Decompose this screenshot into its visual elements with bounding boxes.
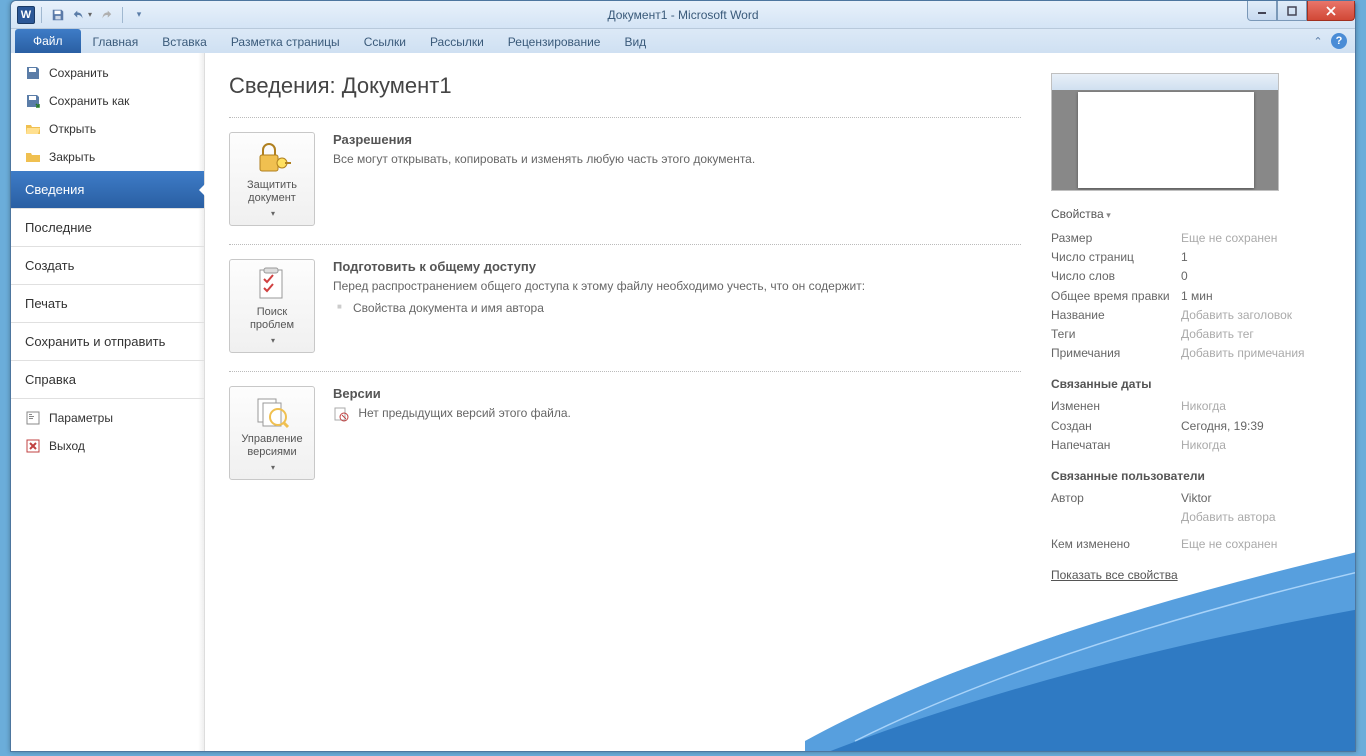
tab-home[interactable]: Главная [81,31,151,53]
chevron-down-icon: ▾ [88,10,92,19]
button-label: Поиск проблем [234,306,310,332]
section-heading: Версии [333,386,571,401]
sidebar-item-label: Сведения [25,182,84,197]
button-label: Защитить документ [234,179,310,205]
prepare-share-section: Поиск проблем▾ Подготовить к общему дост… [229,259,1021,353]
window-title: Документ1 - Microsoft Word [607,8,758,22]
prop-size: РазмерЕще не сохранен [1051,229,1331,248]
backstage-content: Сведения: Документ1 Защитить документ▾ Р… [205,53,1355,751]
redo-icon[interactable] [96,5,116,25]
sidebar-item-print[interactable]: Печать [11,284,204,322]
sidebar-item-open[interactable]: Открыть [11,115,204,143]
window-controls [1247,1,1355,21]
qat-separator [122,7,123,23]
sidebar-item-share[interactable]: Сохранить и отправить [11,322,204,360]
sidebar-item-label: Последние [25,220,92,235]
manage-versions-button[interactable]: Управление версиями▾ [229,386,315,480]
prepare-share-text: Подготовить к общему доступу Перед распр… [333,259,865,353]
property-list: РазмерЕще не сохранен Число страниц1 Чис… [1051,229,1331,363]
ribbon-tabs: Файл Главная Вставка Разметка страницы С… [11,29,1355,53]
prop-words: Число слов0 [1051,267,1331,286]
close-button[interactable] [1307,1,1355,21]
sidebar-item-label: Справка [25,372,76,387]
sidebar-item-save[interactable]: Сохранить [11,59,204,87]
tab-review[interactable]: Рецензирование [496,31,613,53]
sidebar-item-new[interactable]: Создать [11,246,204,284]
protect-document-button[interactable]: Защитить документ▾ [229,132,315,226]
section-heading: Разрешения [333,132,755,147]
info-main: Сведения: Документ1 Защитить документ▾ Р… [229,73,1021,731]
prop-created: СозданСегодня, 19:39 [1051,417,1331,436]
prop-add-author: Добавить автора [1051,508,1331,527]
show-all-properties-link[interactable]: Показать все свойства [1051,568,1178,582]
sidebar-item-label: Печать [25,296,68,311]
prop-author: АвторViktor [1051,489,1331,508]
sidebar-item-label: Выход [49,439,85,453]
prop-printed: НапечатанНикогда [1051,436,1331,455]
document-preview[interactable] [1051,73,1279,191]
prop-edit-time: Общее время правки1 мин [1051,287,1331,306]
minimize-button[interactable] [1247,1,1277,21]
section-description: Нет предыдущих версий этого файла. [333,405,571,422]
divider [229,244,1021,245]
tab-page-layout[interactable]: Разметка страницы [219,31,352,53]
check-issues-button[interactable]: Поиск проблем▾ [229,259,315,353]
prop-comments: ПримечанияДобавить примечания [1051,344,1331,363]
prop-last-modified-by: Кем измененоЕще не сохранен [1051,535,1331,554]
sidebar-item-exit[interactable]: Выход [11,432,204,460]
versions-text: Версии Нет предыдущих версий этого файла… [333,386,571,480]
save-icon[interactable] [48,5,68,25]
prop-tags: ТегиДобавить тег [1051,325,1331,344]
qat-customize-icon[interactable]: ▾ [129,5,149,25]
sidebar-item-help[interactable]: Справка [11,360,204,398]
quick-access-toolbar: W ▾ ▾ [11,5,149,25]
ribbon-minimize-icon[interactable]: ⌃ [1309,33,1327,49]
undo-icon[interactable]: ▾ [72,5,92,25]
sidebar-item-label: Открыть [49,122,96,136]
backstage-view: Сохранить Сохранить как Открыть Закрыть … [11,53,1355,751]
sidebar-item-options[interactable]: Параметры [11,398,204,432]
tab-mailings[interactable]: Рассылки [418,31,496,53]
tab-view[interactable]: Вид [612,31,658,53]
sidebar-item-save-as[interactable]: Сохранить как [11,87,204,115]
permissions-section: Защитить документ▾ Разрешения Все могут … [229,132,1021,226]
divider [229,117,1021,118]
section-description: Все могут открывать, копировать и изменя… [333,151,755,168]
sidebar-item-close[interactable]: Закрыть [11,143,204,171]
tab-insert[interactable]: Вставка [150,31,219,53]
prop-pages: Число страниц1 [1051,248,1331,267]
sidebar-item-label: Сохранить и отправить [25,334,165,349]
backstage-sidebar: Сохранить Сохранить как Открыть Закрыть … [11,53,205,751]
app-icon[interactable]: W [17,6,35,24]
help-icon[interactable]: ? [1331,33,1347,49]
permissions-text: Разрешения Все могут открывать, копирова… [333,132,755,226]
sidebar-item-recent[interactable]: Последние [11,208,204,246]
prop-modified: ИзмененНикогда [1051,397,1331,416]
section-heading: Подготовить к общему доступу [333,259,865,274]
qat-separator [41,7,42,23]
related-dates-header: Связанные даты [1051,377,1331,391]
related-users-header: Связанные пользователи [1051,469,1331,483]
sidebar-item-label: Параметры [49,411,113,425]
properties-panel: Свойства РазмерЕще не сохранен Число стр… [1051,73,1331,731]
titlebar: W ▾ ▾ Документ1 - Microsoft Word [11,1,1355,29]
sidebar-item-label: Закрыть [49,150,95,164]
sidebar-item-label: Создать [25,258,74,273]
prop-title: НазваниеДобавить заголовок [1051,306,1331,325]
tab-references[interactable]: Ссылки [352,31,418,53]
section-description: Перед распространением общего доступа к … [333,278,865,295]
properties-dropdown[interactable]: Свойства [1051,207,1331,221]
versions-section: Управление версиями▾ Версии Нет предыдущ… [229,386,1021,480]
app-window: W ▾ ▾ Документ1 - Microsoft Word Файл Гл… [10,0,1356,752]
page-title: Сведения: Документ1 [229,73,1021,99]
maximize-button[interactable] [1277,1,1307,21]
divider [229,371,1021,372]
tab-file[interactable]: Файл [15,29,81,53]
sidebar-item-label: Сохранить [49,66,109,80]
sidebar-item-label: Сохранить как [49,94,129,108]
section-bullet: Свойства документа и имя автора [353,299,865,317]
button-label: Управление версиями [234,433,310,459]
sidebar-item-info[interactable]: Сведения [11,171,204,208]
